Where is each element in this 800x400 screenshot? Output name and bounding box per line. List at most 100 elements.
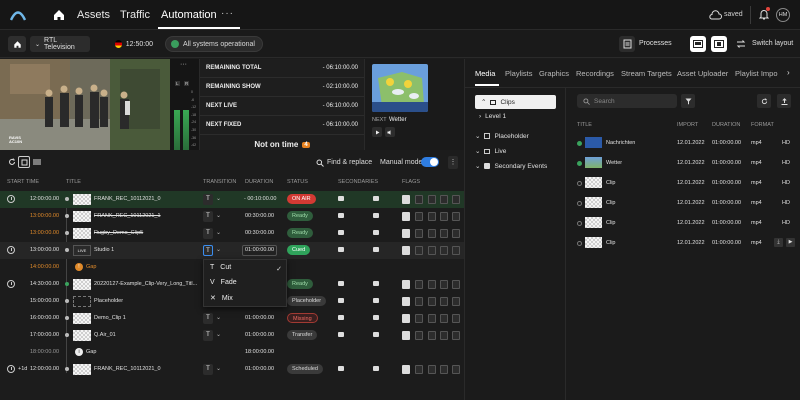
col-title[interactable]: TITLE [66,179,81,185]
nav-automation[interactable]: Automation [161,9,217,21]
menu-item-fade[interactable]: V Fade [210,279,237,286]
col-flags[interactable]: FLAGS [402,179,420,185]
switch-layout-button[interactable]: Switch layout [752,40,793,47]
system-status-badge[interactable]: All systems operational [165,36,263,52]
secondary-icon[interactable] [373,247,379,252]
tab-asset-uploader[interactable]: Asset Uploader [677,69,728,78]
transition-button[interactable]: T [203,228,213,239]
find-replace-button[interactable]: Find & replace [316,156,372,169]
col-transition[interactable]: TRANSITION [203,179,236,185]
media-col-import[interactable]: IMPORT [677,122,698,128]
tree-item-secondary-events[interactable]: ⌄ Secondary Events [475,162,547,171]
tree-item-placeholder[interactable]: ⌄ Placeholder [475,132,529,141]
secondary-icon[interactable] [373,213,379,218]
home-icon[interactable] [52,8,66,22]
media-col-format[interactable]: FORMAT [751,122,774,128]
secondary-icon[interactable] [373,281,379,286]
table-row[interactable]: 13:00:00.00 FRANK_REC_10112021_1 T ⌄ 00:… [0,208,464,225]
layout-b-button[interactable] [711,36,727,52]
switch-arrows-icon[interactable] [733,36,749,52]
program-preview-video[interactable]: RAVIS AC10N [0,59,170,150]
col-status[interactable]: STATUS [287,179,308,185]
meters-menu-icon[interactable]: ··· [180,61,187,68]
secondary-icon[interactable] [338,213,344,218]
secondary-icon[interactable] [338,281,344,286]
clock-icon[interactable] [7,280,15,288]
secondary-icon[interactable] [373,315,379,320]
transition-button[interactable]: T [203,245,213,256]
transition-button[interactable]: T [203,364,213,375]
rundown-more-icon[interactable]: ⋮ [448,156,458,169]
processes-button[interactable]: Processes [639,40,672,47]
user-avatar[interactable]: HM [776,8,790,22]
insert-icon[interactable]: ⤓ [774,238,783,247]
row-flags[interactable] [402,229,462,238]
row-flags[interactable] [402,314,462,323]
upload-icon[interactable] [777,94,791,108]
chevron-down-icon[interactable]: ⌄ [216,195,221,202]
nav-traffic[interactable]: Traffic [120,9,150,21]
tab-media[interactable]: Media [475,69,495,78]
row-flags[interactable] [402,280,462,289]
media-list-item[interactable]: Clip 12.01.2022 01:00:00.00 mp4 HD [566,173,800,193]
media-list-item[interactable]: Wetter 12.01.2022 01:00:00.00 mp4 HD [566,153,800,173]
media-list-item[interactable]: Clip 12.01.2022 01:00:00.00 mp4 HD [566,213,800,233]
media-col-duration[interactable]: DURATION [712,122,740,128]
channel-selector[interactable]: ⌄ RTL Television [30,36,90,52]
list-view-icon[interactable] [31,156,43,168]
play-icon[interactable]: ▶ [786,238,795,247]
refresh-icon[interactable] [6,156,18,168]
chevron-down-icon[interactable]: ⌄ [216,365,221,372]
secondary-icon[interactable] [373,366,379,371]
media-col-title[interactable]: TITLE [577,122,592,128]
table-row[interactable]: 12:00:00.00 FRANK_REC_10112021_0 T ⌄ - 0… [0,191,464,208]
row-flags[interactable] [402,195,462,204]
chevron-down-icon[interactable]: ⌄ [216,314,221,321]
secondary-icon[interactable] [338,298,344,303]
secondary-icon[interactable] [338,366,344,371]
tab-playlist-import[interactable]: Playlist Impo [735,69,778,78]
chevron-down-icon[interactable]: ⌄ [216,246,221,253]
media-list-item[interactable]: Clip 12.01.2022 01:00:00.00 mp4 ⤓ ▶ [566,233,800,253]
secondary-icon[interactable] [338,230,344,235]
table-row[interactable]: +1d 12:00:00.00 FRANK_REC_10112021_0 T ⌄… [0,361,464,378]
row-flags[interactable] [402,365,462,374]
filter-icon[interactable] [681,94,695,108]
secondary-icon[interactable] [373,298,379,303]
secondary-icon[interactable] [338,247,344,252]
play-icon[interactable] [372,127,382,137]
clock-icon[interactable] [7,195,15,203]
table-row[interactable]: 13:00:00.00 Rugby_Demo_Clip5 T ⌄ 00:30:0… [0,225,464,242]
row-flags[interactable] [402,246,462,255]
transition-button[interactable]: T [203,330,213,341]
chevron-down-icon[interactable]: ⌄ [216,212,221,219]
transition-button[interactable]: T [203,211,213,222]
channel-home-button[interactable] [8,36,26,52]
chevron-down-icon[interactable]: ⌄ [216,229,221,236]
col-start-time[interactable]: START TIME [7,179,39,185]
row-flags[interactable] [402,331,462,340]
secondary-icon[interactable] [338,332,344,337]
tab-graphics[interactable]: Graphics [539,69,569,78]
next-item-thumbnail[interactable] [372,64,428,112]
row-duration-input[interactable]: 01:00:00.00 [242,245,277,256]
transition-button[interactable]: T [203,313,213,324]
col-duration[interactable]: DURATION [245,179,273,185]
chevron-down-icon[interactable]: ⌄ [216,331,221,338]
tabs-next-icon[interactable]: › [787,68,790,77]
clock-icon[interactable] [7,365,15,373]
secondary-icon[interactable] [373,332,379,337]
nav-more-icon[interactable]: ··· [221,8,234,19]
tab-recordings[interactable]: Recordings [576,69,614,78]
media-search-input[interactable]: Search [577,94,677,108]
media-list-item[interactable]: Nachrichten 12.01.2022 01:00:00.00 mp4 H… [566,133,800,153]
col-secondaries[interactable]: SECONDARIES [338,179,378,185]
tab-stream-targets[interactable]: Stream Targets [621,69,672,78]
tree-item-level1[interactable]: › Level 1 [479,113,506,120]
table-row[interactable]: 17:00:00.00 Q.Air_01 T ⌄ 01:00:00.00 Tra… [0,327,464,344]
layout-a-button[interactable] [690,36,706,52]
menu-item-cut[interactable]: T Cut [210,264,231,271]
refresh-icon[interactable] [757,94,771,108]
tree-item-clips[interactable]: ⌃ Clips [475,95,556,109]
tab-playlists[interactable]: Playlists [505,69,533,78]
